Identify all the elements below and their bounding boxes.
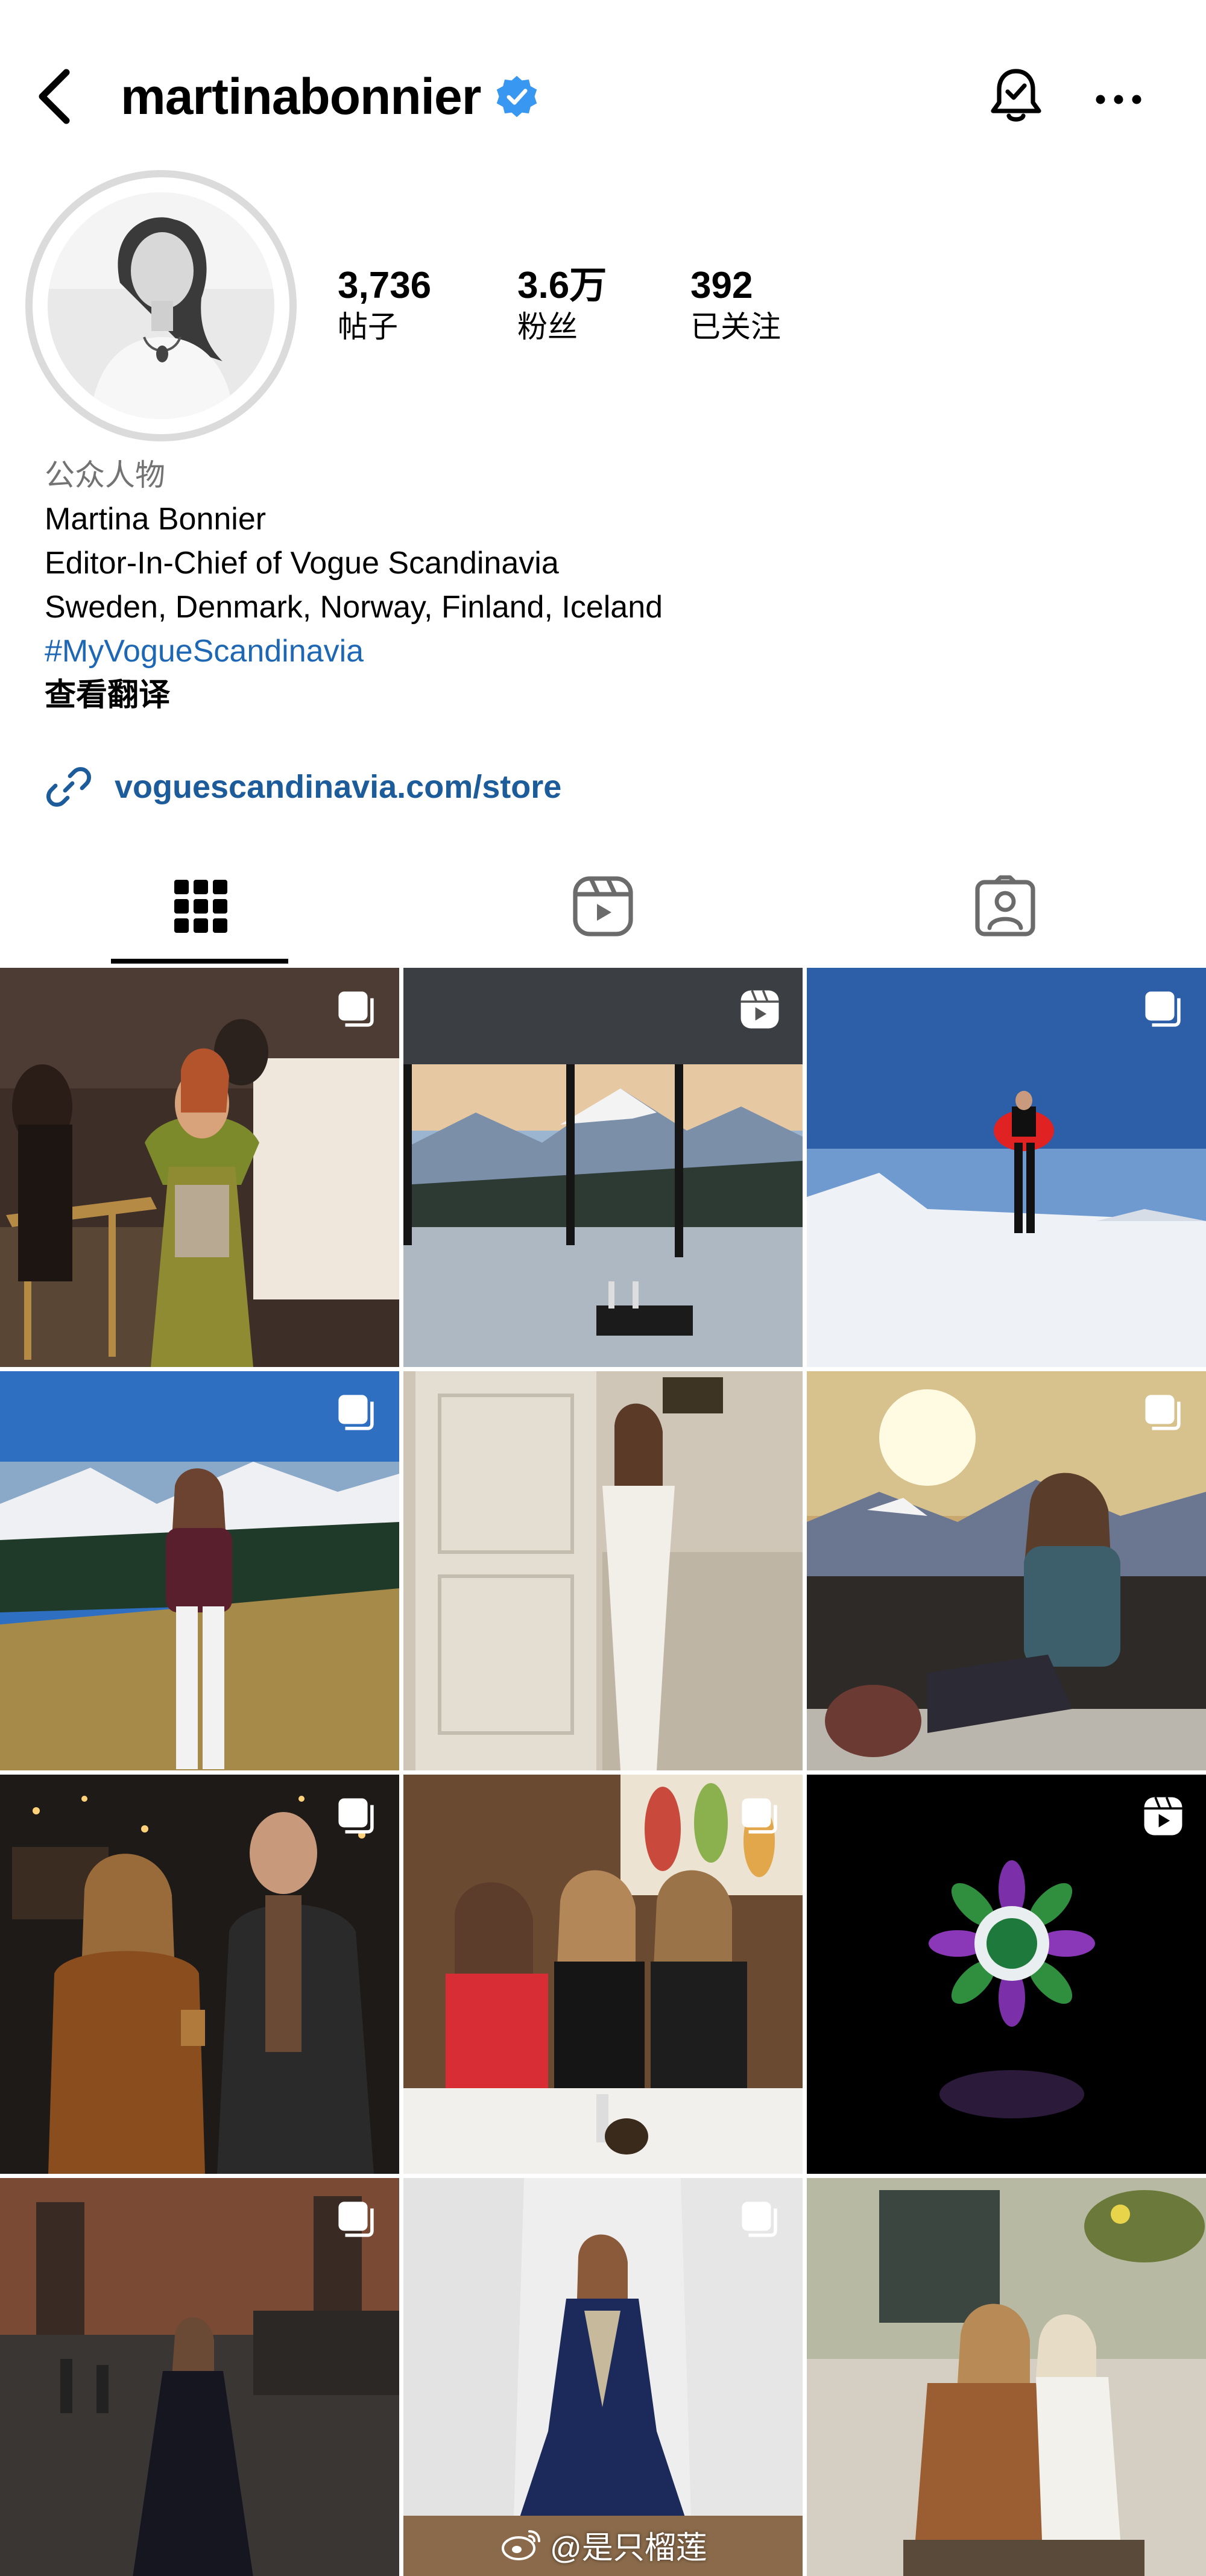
post-tile-3[interactable] [807, 968, 1206, 1367]
watermark: @是只榴莲 [500, 2521, 707, 2569]
see-translation-button[interactable]: 查看翻译 [45, 674, 1166, 718]
bio-title: Editor-In-Chief of Vogue Scandinavia [45, 546, 559, 581]
username-title: martinabonnier [121, 63, 540, 130]
post-image [807, 2178, 1206, 2576]
notification-bell-button[interactable] [983, 63, 1049, 130]
tagged-user-icon [975, 875, 1035, 936]
active-tab-indicator [111, 959, 288, 964]
tab-tagged[interactable] [804, 844, 1206, 968]
profile-website-link[interactable]: voguescandinavia.com/store [45, 757, 561, 817]
reels-icon [573, 876, 633, 936]
post-tile-4[interactable] [0, 1371, 399, 1770]
carousel-icon [338, 2202, 374, 2237]
carousel-icon [742, 2202, 777, 2237]
stat-following[interactable]: 392 已关注 [690, 265, 781, 345]
carousel-icon [338, 991, 374, 1027]
watermark-text: @是只榴莲 [550, 2530, 707, 2566]
carousel-icon [338, 1798, 374, 1834]
stat-posts[interactable]: 3,736 帖子 [338, 265, 431, 345]
avatar-image [48, 192, 274, 419]
weibo-icon [502, 2530, 540, 2560]
post-image [403, 1371, 803, 1770]
carousel-icon [338, 1395, 374, 1430]
profile-avatar-button[interactable] [25, 170, 297, 441]
posts-grid [0, 968, 1206, 2576]
profile-tabs [0, 844, 1206, 968]
tab-reels[interactable] [402, 844, 804, 968]
avatar [48, 192, 274, 419]
reels-icon [740, 990, 779, 1029]
post-tile-9[interactable] [807, 1775, 1206, 2174]
bio-name: Martina Bonnier [45, 502, 267, 537]
profile-bio: 公众人物 Martina Bonnier Editor-In-Chief of … [45, 453, 1166, 718]
back-arrow-icon [39, 69, 70, 124]
carousel-icon [1145, 991, 1181, 1027]
post-tile-12[interactable] [807, 2178, 1206, 2576]
back-button[interactable] [30, 66, 78, 127]
post-tile-11[interactable] [403, 2178, 803, 2576]
post-tile-7[interactable] [0, 1775, 399, 2174]
bio-hashtag-link[interactable]: #MyVogueScandinavia [45, 630, 1166, 674]
notification-bell-icon [991, 69, 1041, 122]
carousel-icon [1145, 1395, 1181, 1430]
verified-badge-icon [497, 75, 537, 118]
more-options-icon [1096, 95, 1141, 104]
tab-posts[interactable] [0, 844, 402, 968]
stat-followers-value: 3.6万 [517, 265, 607, 306]
profile-website-text: voguescandinavia.com/store [115, 769, 562, 805]
link-icon [46, 767, 92, 807]
more-options-button[interactable] [1085, 69, 1152, 130]
stat-following-value: 392 [690, 265, 753, 306]
stat-followers-label: 粉丝 [517, 310, 578, 344]
username-label: martinabonnier [121, 68, 481, 125]
stat-followers[interactable]: 3.6万 粉丝 [517, 265, 607, 345]
reels-icon [1144, 1796, 1182, 1836]
bio-category: 公众人物 [45, 458, 165, 492]
carousel-icon [742, 1798, 777, 1834]
grid-icon [174, 879, 227, 933]
bio-countries: Sweden, Denmark, Norway, Finland, Icelan… [45, 590, 663, 625]
stat-following-label: 已关注 [690, 310, 781, 344]
post-tile-1[interactable] [0, 968, 399, 1367]
profile-header: martinabonnier [0, 0, 1206, 169]
stat-posts-value: 3,736 [338, 265, 432, 306]
post-tile-10[interactable] [0, 2178, 399, 2576]
post-tile-5[interactable] [403, 1371, 803, 1770]
stat-posts-label: 帖子 [338, 310, 398, 344]
post-tile-2[interactable] [403, 968, 803, 1367]
post-tile-8[interactable] [403, 1775, 803, 2174]
post-tile-6[interactable] [807, 1371, 1206, 1770]
